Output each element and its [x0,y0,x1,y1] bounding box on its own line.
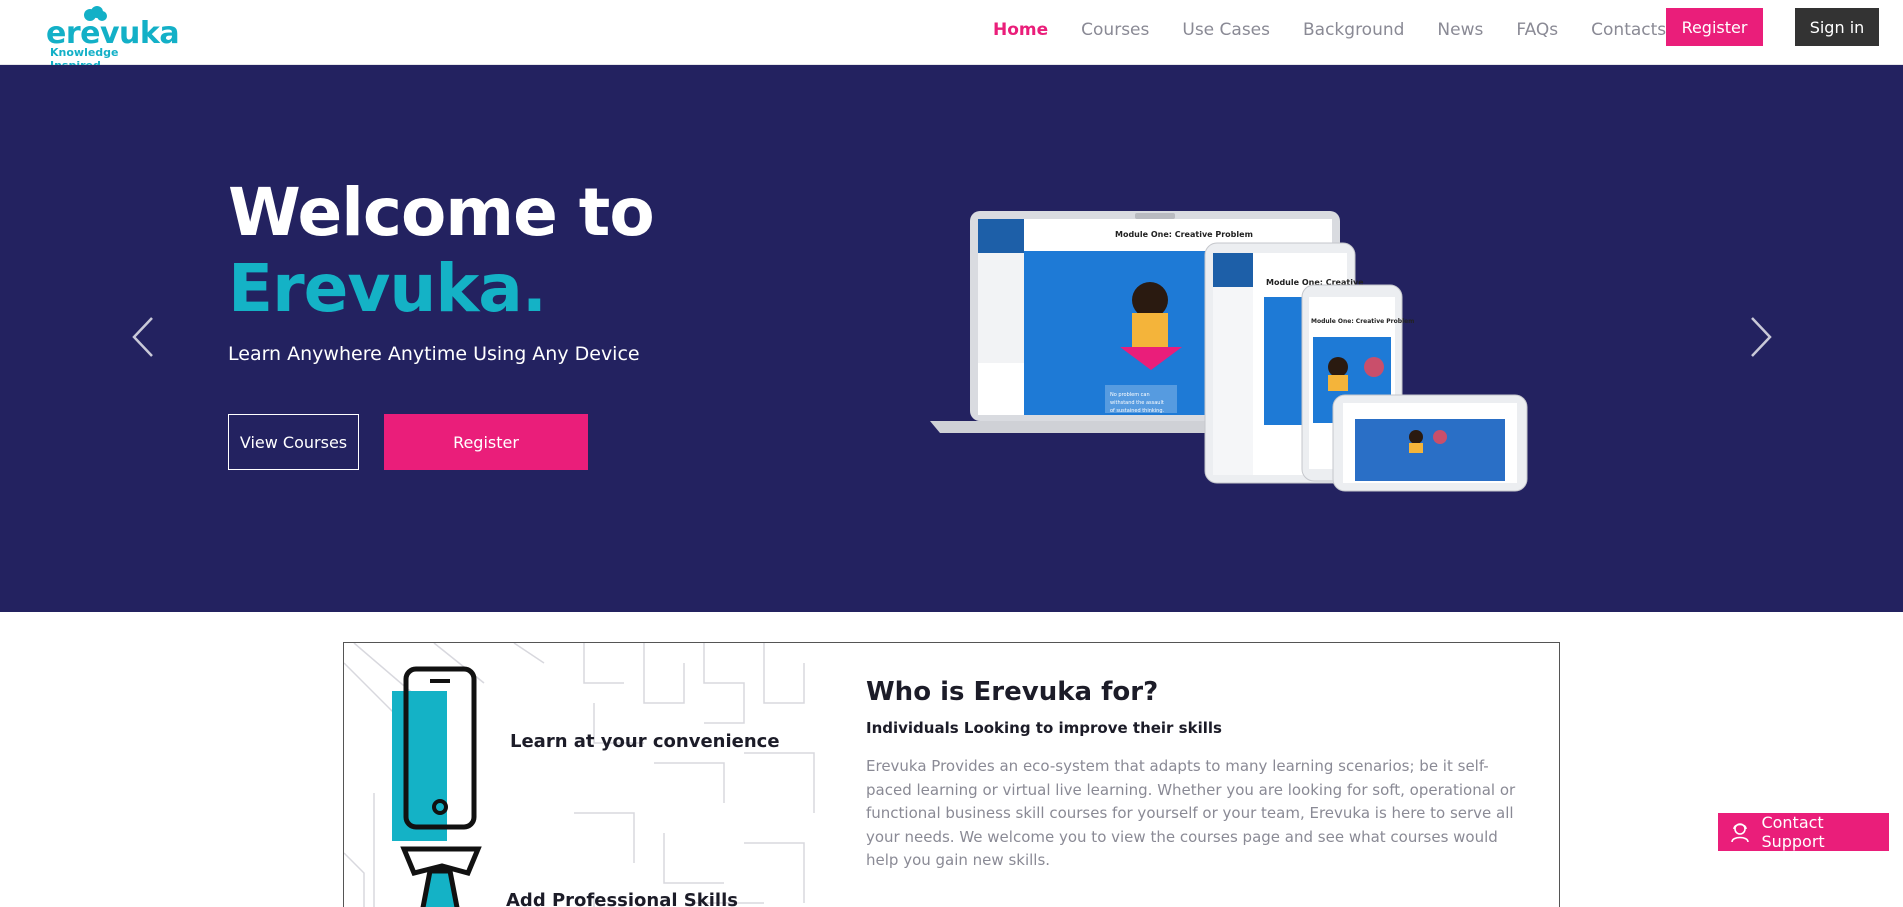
chevron-left-icon[interactable] [130,315,156,359]
erevuka-logo[interactable]: erevuka Knowledge Inspired [46,6,180,72]
svg-text:of sustained thinking.: of sustained thinking. [1110,408,1165,414]
section-title: Who is Erevuka for? [866,677,1159,707]
multi-device-illustration: Module One: Creative Problem No problem … [930,211,1528,492]
laptop-module-title: Module One: Creative Problem [1115,230,1253,239]
smartphone-icon [392,666,482,907]
section-subtitle: Individuals Looking to improve their ski… [866,719,1222,737]
hero-title-brand: Erevuka. [228,250,547,327]
chevron-right-icon[interactable] [1748,315,1774,359]
nav-news[interactable]: News [1437,20,1483,44]
feature-learn-convenience: Learn at your convenience [510,731,780,752]
site-header: erevuka Knowledge Inspired Home Courses … [0,0,1903,72]
support-agent-icon [1728,820,1751,844]
nav-use-cases[interactable]: Use Cases [1182,20,1270,44]
svg-text:withstand the assault: withstand the assault [1110,400,1164,406]
nav-background[interactable]: Background [1303,20,1404,44]
hero-title: Welcome to Erevuka. [228,174,655,327]
who-is-erevuka-section: Learn at your convenience Add Profession… [343,642,1560,907]
nav-faqs[interactable]: FAQs [1516,20,1558,44]
main-nav: Home Courses Use Cases Background News F… [993,20,1699,44]
section-body: Erevuka Provides an eco-system that adap… [866,757,1516,869]
hero-title-line1: Welcome to [228,174,655,251]
nav-home[interactable]: Home [993,20,1048,44]
contact-support-button[interactable]: Contact Support [1718,813,1889,851]
phone-module-title: Module One: Creative Problem [1311,318,1414,325]
nav-courses[interactable]: Courses [1081,20,1149,44]
hero-register-button[interactable]: Register [384,414,588,470]
hero-subtitle: Learn Anywhere Anytime Using Any Device [228,343,640,365]
hero-carousel: Welcome to Erevuka. Learn Anywhere Anyti… [0,65,1903,612]
svg-text:No problem can: No problem can [1110,392,1150,398]
sign-in-button[interactable]: Sign in [1795,8,1879,46]
nav-contacts[interactable]: Contacts [1591,20,1666,44]
feature-illustration: Learn at your convenience Add Profession… [344,643,831,907]
feature-professional-skills: Add Professional Skills [506,890,738,907]
contact-support-label: Contact Support [1761,813,1825,851]
view-courses-button[interactable]: View Courses [228,414,359,470]
header-register-button[interactable]: Register [1666,8,1763,46]
